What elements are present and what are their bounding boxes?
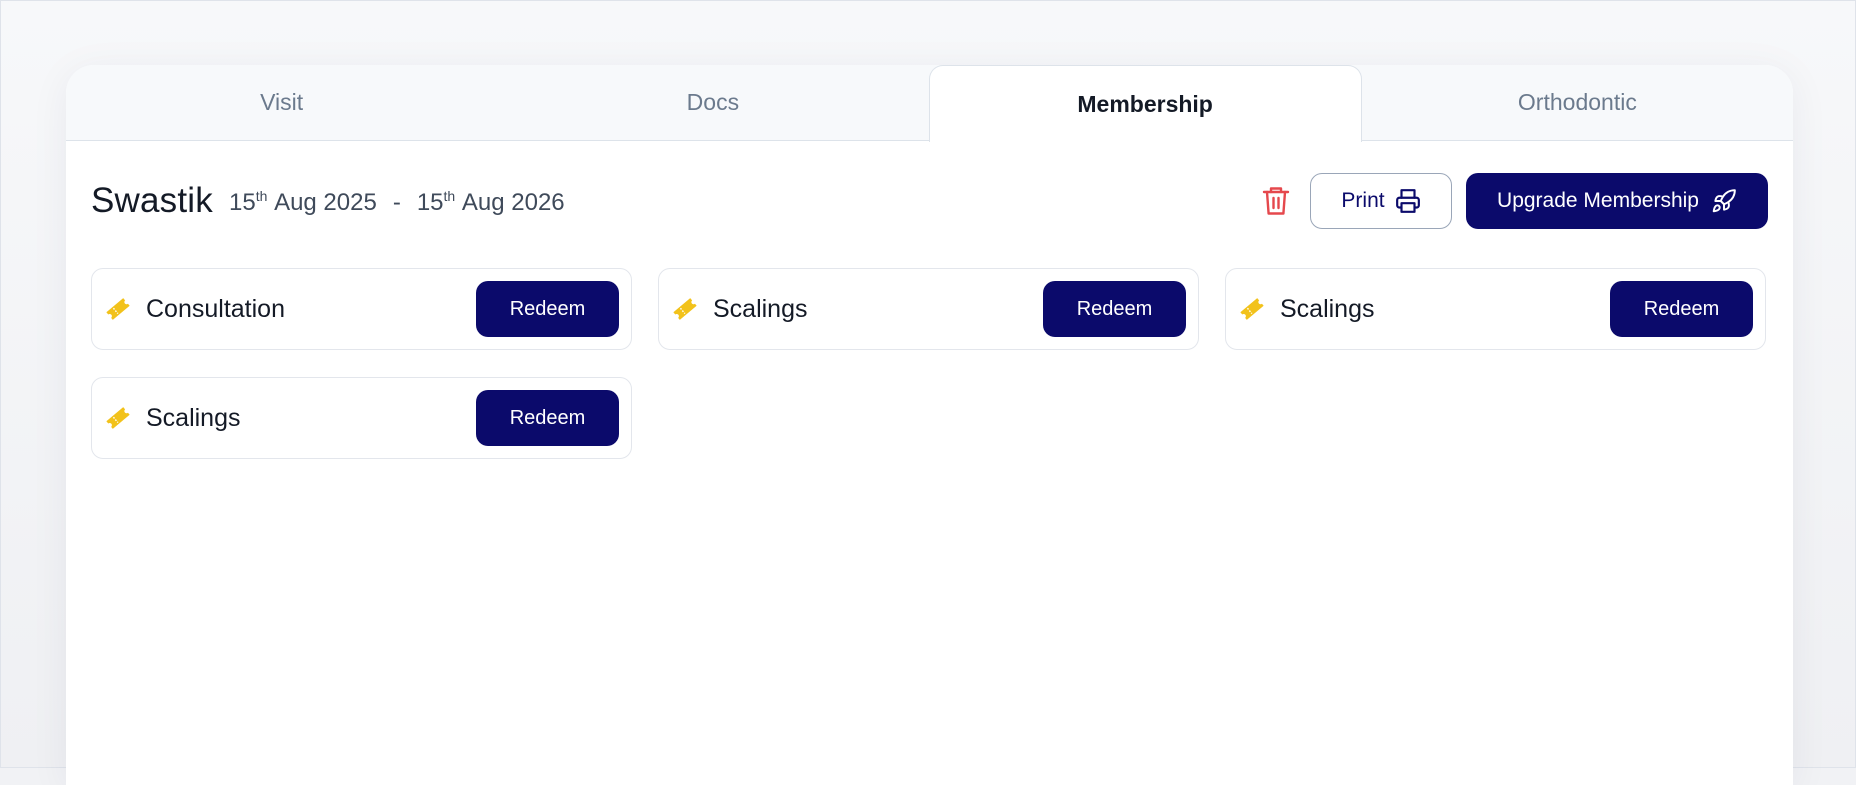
print-button[interactable]: Print [1310,173,1452,229]
ticket-icon [104,404,132,432]
upgrade-button-label: Upgrade Membership [1497,189,1699,212]
tab-bar: Visit Docs Membership Orthodontic [66,65,1793,142]
benefit-label: Scalings [713,294,808,323]
tab-visit[interactable]: Visit [66,65,497,140]
benefit-card: Consultation Redeem [91,268,632,350]
redeem-button[interactable]: Redeem [1610,281,1753,337]
start-day: 15 [229,189,256,216]
ticket-icon [1238,295,1266,323]
print-button-label: Print [1341,189,1385,212]
ticket-icon [104,295,132,323]
app-background: Visit Docs Membership Orthodontic Swasti… [0,0,1856,785]
benefits-grid: Consultation Redeem Scalings Redeem Scal… [91,268,1766,459]
redeem-button[interactable]: Redeem [476,390,619,446]
delete-membership-button[interactable] [1256,181,1296,221]
tab-orthodontic[interactable]: Orthodontic [1362,65,1793,140]
membership-name: Swastik [91,181,213,220]
end-day: 15 [416,189,444,216]
tab-docs[interactable]: Docs [497,65,928,140]
benefit-label: Consultation [146,294,285,323]
redeem-button[interactable]: Redeem [476,281,619,337]
upgrade-membership-button[interactable]: Upgrade Membership [1466,173,1768,229]
header-actions: Print Upgrade Membership [1256,173,1768,229]
benefit-label: Scalings [146,403,241,432]
redeem-button[interactable]: Redeem [1043,281,1186,337]
trash-icon [1262,187,1290,215]
benefit-card: Scalings Redeem [1225,268,1766,350]
membership-date-range: 15th Aug 2025 - 15th Aug 2026 [229,188,565,217]
ticket-icon [671,295,699,323]
benefit-label: Scalings [1280,294,1375,323]
end-month-year: Aug 2026 [461,189,565,216]
tab-membership[interactable]: Membership [928,65,1362,142]
date-separator: - [392,189,401,216]
benefit-card: Scalings Redeem [658,268,1199,350]
start-month-year: Aug 2025 [274,189,377,216]
membership-panel: Visit Docs Membership Orthodontic Swasti… [66,65,1793,785]
end-day-suffix: th [443,188,456,204]
membership-header: Swastik 15th Aug 2025 - 15th Aug 2026 Pr… [91,173,1768,229]
printer-icon [1395,189,1420,213]
rocket-icon [1712,189,1736,213]
benefit-card: Scalings Redeem [91,377,632,459]
start-day-suffix: th [255,188,268,204]
